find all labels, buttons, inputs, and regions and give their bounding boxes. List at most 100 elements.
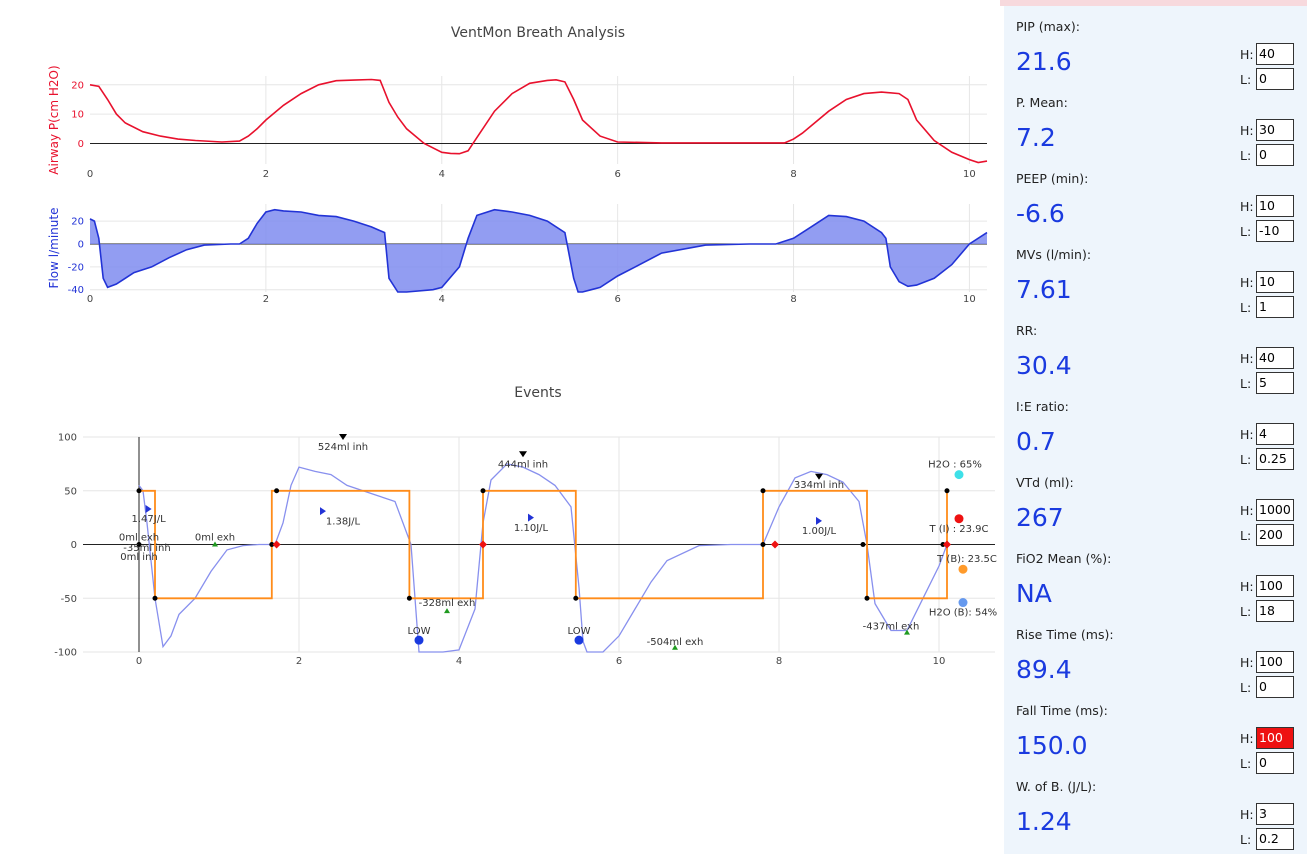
low-limit-input[interactable]: 0 xyxy=(1256,144,1294,166)
metrics-panel: PIP (max): 21.6 H: 40 L: 0 P. Mean: 7.2 H:… xyxy=(1004,6,1307,854)
event-marker-dot xyxy=(958,564,968,574)
breakpoint-marker xyxy=(274,488,280,494)
low-limit-input[interactable]: 0.2 xyxy=(1256,828,1294,850)
metric-value: 89.4 xyxy=(1016,655,1072,684)
metric-fio2: FiO2 Mean (%): NA H: 100 L: 18 xyxy=(1004,546,1307,622)
low-limit-input[interactable]: 0 xyxy=(1256,676,1294,698)
breakpoint-marker xyxy=(136,488,142,494)
x-tick-label: 4 xyxy=(456,656,462,667)
high-limit-input[interactable]: 100 xyxy=(1256,575,1294,597)
high-limit-label: H: xyxy=(1240,579,1254,594)
x-tick-label: 4 xyxy=(439,169,445,180)
flow-chart: -40 -20 0 20 0 2 4 6 8 10 Flow l/minute xyxy=(47,204,988,305)
event-label: 524ml inh xyxy=(318,442,368,453)
high-limit-input[interactable]: 10 xyxy=(1256,271,1294,293)
event-label: 1.47J/L xyxy=(132,514,167,525)
low-limit-input[interactable]: 200 xyxy=(1256,524,1294,546)
low-limit-row: L: 200 xyxy=(1240,524,1300,546)
main-chart-title: VentMon Breath Analysis xyxy=(451,25,625,41)
metric-value: 0.7 xyxy=(1016,427,1056,456)
low-limit-row: L: 0.2 xyxy=(1240,828,1300,850)
event-marker-dot xyxy=(414,635,424,645)
y-tick-label: 0 xyxy=(71,540,77,551)
breakpoint-marker xyxy=(760,488,766,494)
metric-value: 7.61 xyxy=(1016,275,1072,304)
high-limit-input[interactable]: 40 xyxy=(1256,347,1294,369)
metric-value: 30.4 xyxy=(1016,351,1072,380)
trigger-marker-diamond xyxy=(272,540,281,549)
work-marker-triangle xyxy=(528,513,534,522)
event-label: T (I) : 23.9C xyxy=(928,524,988,535)
events-series-line-0 xyxy=(138,463,948,653)
low-limit-input[interactable]: 0 xyxy=(1256,68,1294,90)
low-limit-input[interactable]: 1 xyxy=(1256,296,1294,318)
breakpoint-marker xyxy=(944,488,950,494)
y-tick-label: 100 xyxy=(58,433,77,444)
metric-value: -6.6 xyxy=(1016,199,1065,228)
low-limit-input[interactable]: -10 xyxy=(1256,220,1294,242)
event-marker-dot xyxy=(958,598,968,608)
y-tick-label: -100 xyxy=(54,648,77,659)
x-tick-label: 6 xyxy=(614,294,620,305)
high-limit-label: H: xyxy=(1240,503,1254,518)
high-limit-input[interactable]: 40 xyxy=(1256,43,1294,65)
x-tick-label: 6 xyxy=(616,656,622,667)
metric-label: I:E ratio: xyxy=(1016,399,1069,414)
metric-label: PIP (max): xyxy=(1016,19,1080,34)
high-limit-row: H: 100 xyxy=(1240,651,1300,673)
high-limit-row: H: 100 xyxy=(1240,727,1300,749)
high-limit-row: H: 4 xyxy=(1240,423,1300,445)
x-tick-label: 8 xyxy=(776,656,782,667)
metric-label: FiO2 Mean (%): xyxy=(1016,551,1112,566)
high-limit-input[interactable]: 3 xyxy=(1256,803,1294,825)
trigger-marker-diamond xyxy=(771,540,779,549)
y-tick-label: 20 xyxy=(71,80,84,91)
breakpoint-marker xyxy=(573,595,579,601)
x-tick-label: 0 xyxy=(136,656,142,667)
low-limit-row: L: 0 xyxy=(1240,752,1300,774)
x-tick-label: 10 xyxy=(963,294,976,305)
low-limit-label: L: xyxy=(1240,604,1252,619)
low-limit-label: L: xyxy=(1240,376,1252,391)
y-tick-label: 10 xyxy=(71,110,84,121)
event-marker-dot xyxy=(574,635,584,645)
work-marker-triangle xyxy=(816,516,822,525)
low-limit-label: L: xyxy=(1240,832,1252,847)
low-limit-input[interactable]: 0 xyxy=(1256,752,1294,774)
metric-fall-time: Fall Time (ms): 150.0 H: 100 L: 0 xyxy=(1004,698,1307,774)
high-limit-input[interactable]: 30 xyxy=(1256,119,1294,141)
event-label: H2O (B): 54% xyxy=(929,608,997,619)
x-tick-label: 0 xyxy=(87,169,93,180)
event-label: 1.10J/L xyxy=(514,523,549,534)
events-chart: -100 -50 0 50 100 0 2 4 6 8 10 524ml inh 444ml inh 33… xyxy=(54,433,997,668)
low-limit-label: L: xyxy=(1240,224,1252,239)
y-tick-label: 50 xyxy=(64,486,77,497)
metric-label: P. Mean: xyxy=(1016,95,1068,110)
y-tick-label: -50 xyxy=(61,594,77,605)
high-limit-label: H: xyxy=(1240,47,1254,62)
low-limit-label: L: xyxy=(1240,300,1252,315)
high-limit-label: H: xyxy=(1240,123,1254,138)
metric-label: RR: xyxy=(1016,323,1038,338)
pressure-chart: 0 10 20 0 2 4 6 8 10 Airway P(cm H2O) xyxy=(47,65,988,180)
high-limit-row: H: 1000 xyxy=(1240,499,1300,521)
event-marker-dot xyxy=(954,470,964,480)
high-limit-input[interactable]: 4 xyxy=(1256,423,1294,445)
event-label: -437ml exh xyxy=(863,622,920,633)
low-limit-input[interactable]: 18 xyxy=(1256,600,1294,622)
high-limit-input[interactable]: 1000 xyxy=(1256,499,1294,521)
x-tick-label: 2 xyxy=(263,169,269,180)
event-label: LOW xyxy=(408,626,431,637)
breakpoint-marker xyxy=(406,595,412,601)
metric-label: VTd (ml): xyxy=(1016,475,1074,490)
low-limit-row: L: 0 xyxy=(1240,68,1300,90)
y-tick-label: 20 xyxy=(71,217,84,228)
high-limit-input[interactable]: 10 xyxy=(1256,195,1294,217)
low-limit-row: L: -10 xyxy=(1240,220,1300,242)
high-limit-label: H: xyxy=(1240,275,1254,290)
low-limit-input[interactable]: 5 xyxy=(1256,372,1294,394)
high-limit-input[interactable]: 100 xyxy=(1256,727,1294,749)
high-limit-input[interactable]: 100 xyxy=(1256,651,1294,673)
metric-rr: RR: 30.4 H: 40 L: 5 xyxy=(1004,318,1307,394)
low-limit-input[interactable]: 0.25 xyxy=(1256,448,1294,470)
